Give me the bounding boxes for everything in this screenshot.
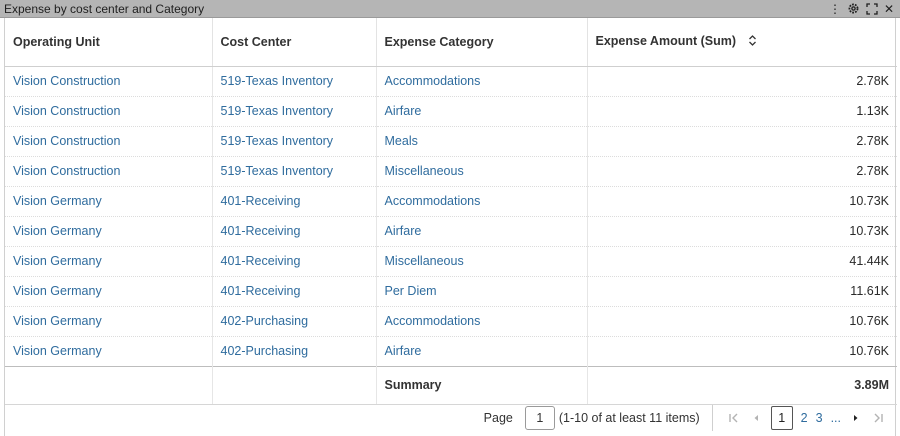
page-range-text: (1-10 of at least 11 items) <box>558 411 700 425</box>
expense-table: Operating Unit Cost Center Expense Categ… <box>5 18 897 405</box>
previous-page-icon[interactable] <box>745 406 767 430</box>
page-button-2[interactable]: 2 <box>801 411 808 425</box>
cell-cost-center[interactable]: 519-Texas Inventory <box>212 96 377 127</box>
cell-expense-category[interactable]: Miscellaneous <box>376 246 588 277</box>
cell-cost-center[interactable]: 402-Purchasing <box>212 336 377 367</box>
cell-operating-unit[interactable]: Vision Germany <box>5 276 213 307</box>
cell-expense-amount: 2.78K <box>587 66 897 97</box>
cell-cost-center[interactable]: 401-Receiving <box>212 216 377 247</box>
page-button-1[interactable]: 1 <box>770 406 793 430</box>
cell-cost-center[interactable]: 402-Purchasing <box>212 306 377 337</box>
cell-cost-center[interactable]: 519-Texas Inventory <box>212 66 377 97</box>
cell-operating-unit[interactable]: Vision Germany <box>5 306 213 337</box>
window-title: Expense by cost center and Category <box>4 1 205 16</box>
cell-cost-center[interactable]: 401-Receiving <box>212 246 377 277</box>
cell-operating-unit[interactable]: Vision Construction <box>5 126 213 157</box>
cell-operating-unit[interactable]: Vision Germany <box>5 246 213 277</box>
page-number-input[interactable] <box>524 406 555 430</box>
last-page-icon[interactable] <box>867 406 889 430</box>
page-label: Page <box>483 411 513 425</box>
column-header-expense-amount-label: Expense Amount (Sum) <box>595 34 737 49</box>
cell-operating-unit[interactable]: Vision Construction <box>5 156 213 187</box>
table-row: Vision Construction 519-Texas Inventory Ai… <box>5 96 897 127</box>
window-titlebar: Expense by cost center and Category ⋮ ✕ <box>0 0 900 18</box>
column-header-expense-amount[interactable]: Expense Amount (Sum) <box>587 18 897 67</box>
cell-expense-category[interactable]: Accommodations <box>376 186 588 217</box>
column-header-operating-unit[interactable]: Operating Unit <box>5 18 213 67</box>
gear-icon[interactable] <box>847 2 860 15</box>
table-row: Vision Germany 401-Receiving Airfare 10.73K <box>5 216 897 247</box>
cell-cost-center[interactable]: 401-Receiving <box>212 276 377 307</box>
cell-operating-unit[interactable]: Vision Germany <box>5 336 213 367</box>
cell-cost-center[interactable]: 519-Texas Inventory <box>212 126 377 157</box>
summary-label: Summary <box>376 365 588 405</box>
window-actions: ⋮ ✕ <box>829 2 894 16</box>
cell-operating-unit[interactable]: Vision Construction <box>5 96 213 127</box>
summary-cell-empty <box>212 365 377 405</box>
table-row: Vision Germany 401-Receiving Miscellaneous… <box>5 246 897 277</box>
expand-icon[interactable] <box>866 2 878 15</box>
table-row: Vision Germany 402-Purchasing Accommodatio… <box>5 306 897 337</box>
cell-expense-category[interactable]: Accommodations <box>376 66 588 97</box>
cell-expense-category[interactable]: Per Diem <box>376 276 588 307</box>
cell-cost-center[interactable]: 401-Receiving <box>212 186 377 217</box>
cell-expense-amount: 10.73K <box>587 186 897 217</box>
table-row: Vision Germany 402-Purchasing Airfare 10.76… <box>5 336 897 367</box>
pager-divider <box>711 405 713 431</box>
cell-expense-category[interactable]: Airfare <box>376 336 588 367</box>
cell-cost-center[interactable]: 519-Texas Inventory <box>212 156 377 187</box>
cell-expense-category[interactable]: Accommodations <box>376 306 588 337</box>
sort-icon[interactable] <box>748 35 757 49</box>
page-ellipsis: ... <box>830 411 841 425</box>
cell-expense-amount: 11.61K <box>587 276 897 307</box>
cell-expense-amount: 10.76K <box>587 336 897 367</box>
cell-expense-amount: 10.73K <box>587 216 897 247</box>
cell-expense-category[interactable]: Airfare <box>376 216 588 247</box>
summary-cell-empty <box>5 365 213 405</box>
close-icon[interactable]: ✕ <box>884 2 894 16</box>
table-row: Vision Construction 519-Texas Inventory Ac… <box>5 66 897 97</box>
cell-expense-amount: 2.78K <box>587 126 897 157</box>
table-header-row: Operating Unit Cost Center Expense Categ… <box>5 18 897 67</box>
table-row: Vision Germany 401-Receiving Per Diem 11.61… <box>5 276 897 307</box>
table-row: Vision Construction 519-Texas Inventory Mi… <box>5 156 897 187</box>
cell-expense-amount: 41.44K <box>587 246 897 277</box>
summary-value: 3.89M <box>587 365 897 405</box>
column-header-cost-center[interactable]: Cost Center <box>212 18 377 67</box>
cell-expense-amount: 2.78K <box>587 156 897 187</box>
column-header-expense-category[interactable]: Expense Category <box>376 18 588 67</box>
cell-expense-amount: 1.13K <box>587 96 897 127</box>
summary-row: Summary 3.89M <box>5 365 897 405</box>
next-page-icon[interactable] <box>845 406 867 430</box>
cell-operating-unit[interactable]: Vision Germany <box>5 216 213 247</box>
cell-operating-unit[interactable]: Vision Germany <box>5 186 213 217</box>
cell-expense-category[interactable]: Meals <box>376 126 588 157</box>
first-page-icon[interactable] <box>723 406 745 430</box>
table-panel: Operating Unit Cost Center Expense Categ… <box>4 18 897 436</box>
page-button-3[interactable]: 3 <box>816 411 823 425</box>
cell-expense-category[interactable]: Miscellaneous <box>376 156 588 187</box>
more-vertical-icon[interactable]: ⋮ <box>829 2 841 16</box>
pagination: Page (1-10 of at least 11 items) 1 2 3 .… <box>5 400 897 436</box>
table-row: Vision Germany 401-Receiving Accommodation… <box>5 186 897 217</box>
table-row: Vision Construction 519-Texas Inventory Me… <box>5 126 897 157</box>
cell-operating-unit[interactable]: Vision Construction <box>5 66 213 97</box>
cell-expense-category[interactable]: Airfare <box>376 96 588 127</box>
cell-expense-amount: 10.76K <box>587 306 897 337</box>
